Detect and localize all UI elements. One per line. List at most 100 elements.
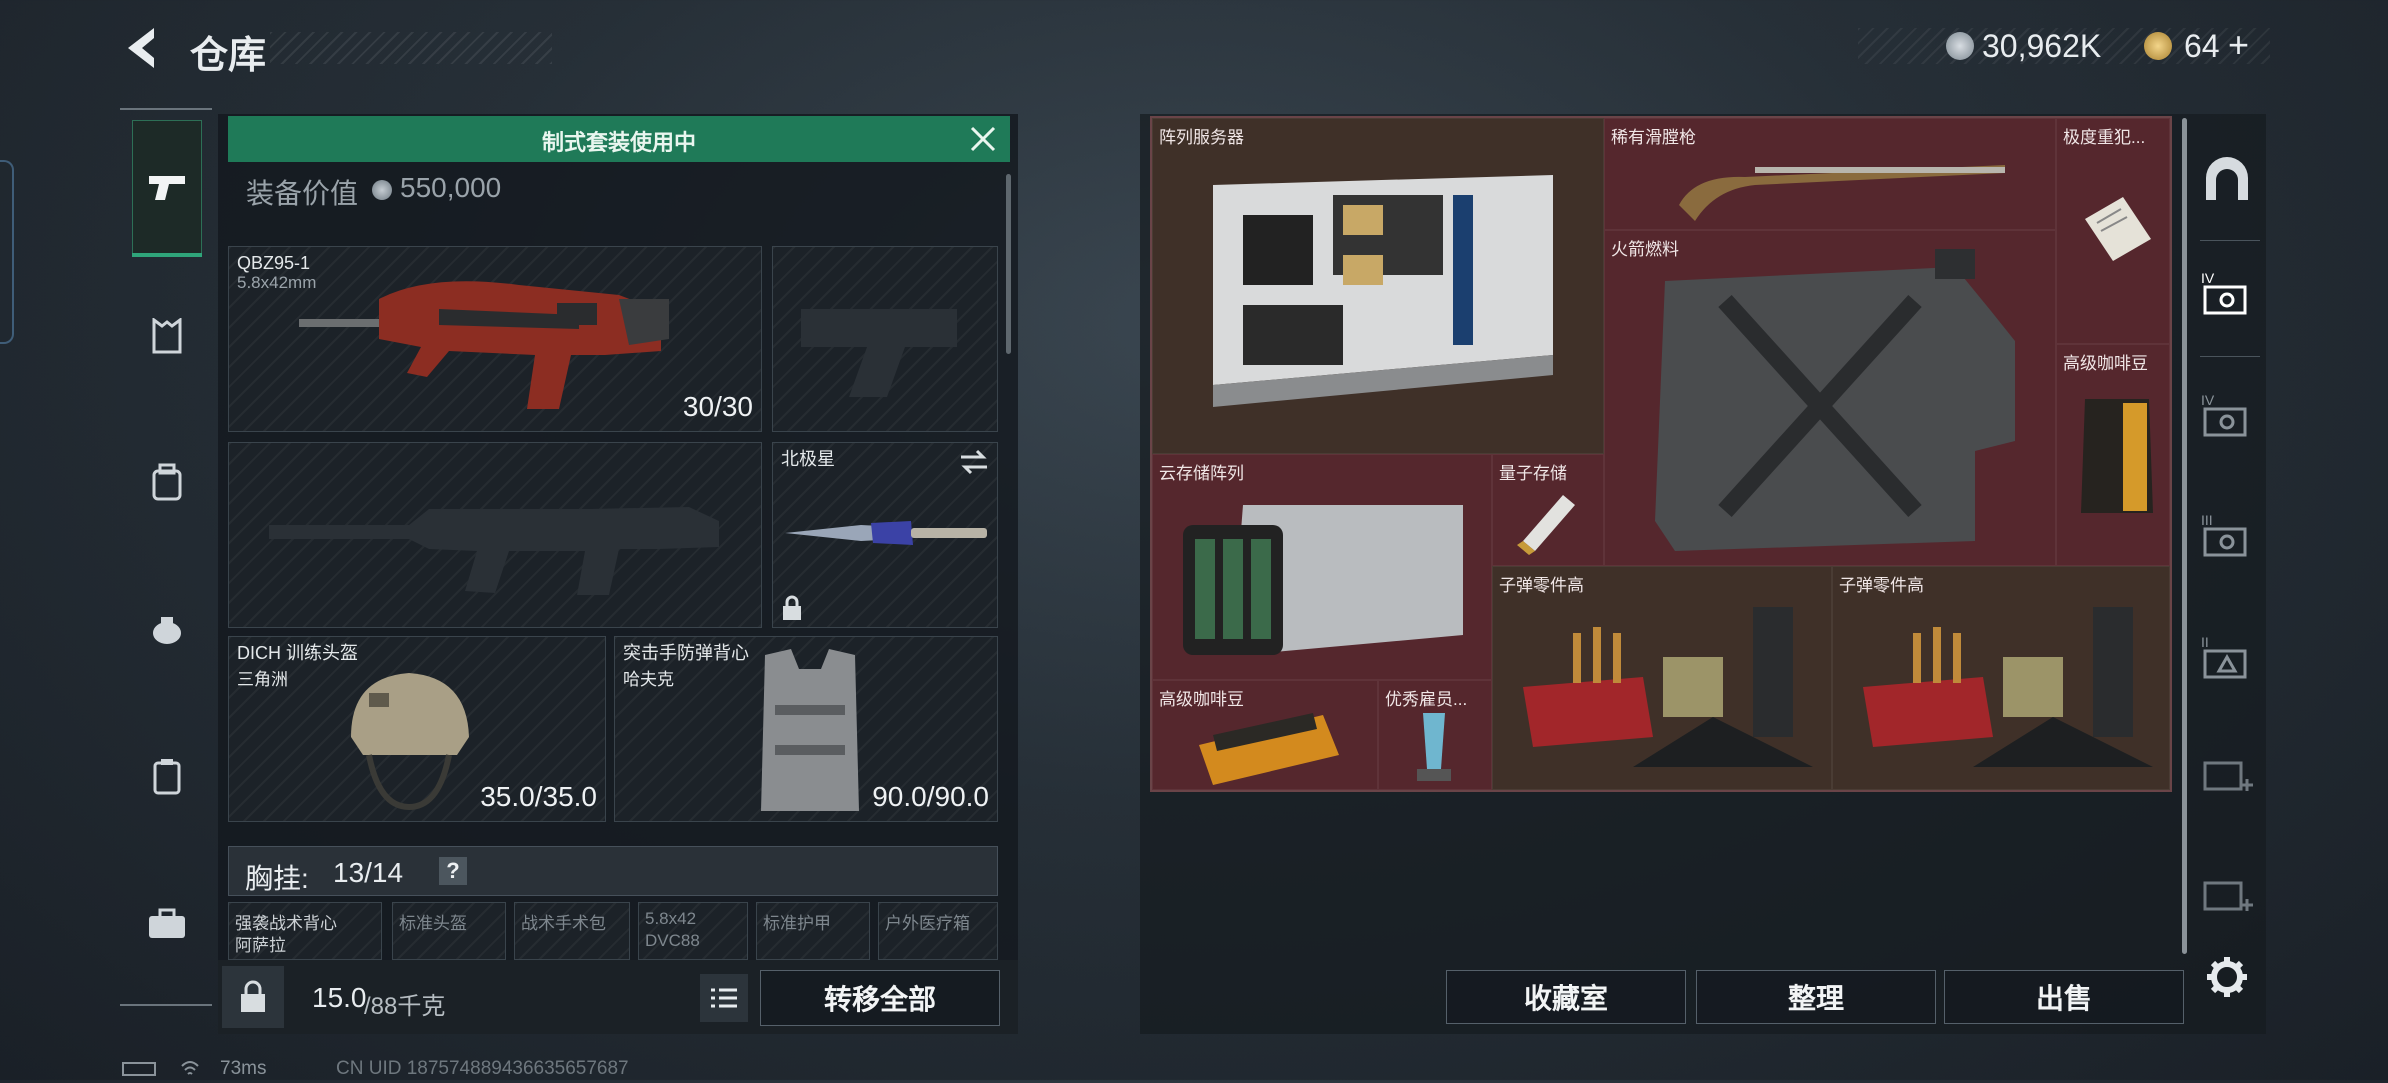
rifle-silhouette-icon: [269, 507, 719, 595]
stash-item-rifle[interactable]: 稀有滑膛枪: [1604, 118, 2056, 230]
stash-item-quantum-name: 量子存储: [1499, 464, 1567, 483]
backpack-lock-button[interactable]: [222, 966, 284, 1028]
collection-room-button[interactable]: 收藏室: [1446, 970, 1686, 1024]
stash-item-coffee-1-name: 高级咖啡豆: [2063, 354, 2148, 373]
tab-backpack[interactable]: [132, 442, 202, 522]
stash-item-file[interactable]: 极度重犯...: [2056, 118, 2170, 344]
swap-icon[interactable]: [959, 449, 989, 475]
chest-rig-bar[interactable]: 胸挂: 13/14 ?: [228, 846, 998, 896]
stash-item-coffee-2[interactable]: 高级咖啡豆: [1152, 680, 1378, 790]
armor-vest-icon: [152, 318, 182, 354]
armor-slot[interactable]: 突击手防弹背心 哈夫克 90.0/90.0: [614, 636, 998, 822]
stash-tab-2[interactable]: II: [2192, 622, 2262, 692]
coin-icon: [1946, 32, 1974, 60]
stash-item-ammo-1[interactable]: 子弹零件高: [1492, 566, 1832, 790]
transfer-all-button[interactable]: 转移全部: [760, 970, 1000, 1026]
primary-weapon-slot[interactable]: QBZ95-1 5.8x42mm 30/30: [228, 246, 762, 432]
right-tab-divider: [2200, 356, 2260, 357]
stash-item-quantum[interactable]: 量子存储: [1492, 454, 1604, 566]
stash-box-icon: II: [2201, 634, 2247, 679]
left-tabbar-bottom-line: [120, 1004, 212, 1006]
stash-tab-add-1[interactable]: [2192, 740, 2262, 810]
sub-item-4-name: 标准护甲: [763, 914, 831, 933]
sub-item-2[interactable]: 战术手术包: [514, 902, 630, 960]
musket-image: [1679, 165, 2005, 221]
knife-image: [785, 521, 987, 545]
left-edge-indicator: [0, 160, 14, 344]
sub-item-1[interactable]: 标准头盔: [392, 902, 506, 960]
stash-tab-4b[interactable]: IV: [2192, 380, 2262, 450]
kit-banner: 制式套装使用中: [228, 116, 1010, 162]
lock-icon: [241, 980, 265, 1012]
sub-item-3[interactable]: 5.8x42 DVC88: [638, 902, 748, 960]
chest-rig-label: 胸挂:: [245, 863, 309, 894]
tab-case[interactable]: [132, 736, 202, 816]
stash-item-fuel[interactable]: 火箭燃料: [1604, 230, 2056, 566]
sub-item-2-name: 战术手术包: [521, 914, 606, 933]
trophy-image: [1417, 713, 1451, 781]
server-image: [1213, 175, 1553, 407]
armor-name: 突击手防弹背心: [623, 643, 749, 663]
armor-durability: 90.0/90.0: [872, 781, 989, 812]
chest-rig-value: 13/14: [333, 857, 404, 888]
melee-slot[interactable]: 北极星: [772, 442, 998, 628]
stash-box-icon: IV: [2201, 392, 2247, 437]
pouch-icon: [153, 617, 181, 644]
back-button[interactable]: [118, 22, 166, 74]
kit-banner-text: 制式套装使用中: [541, 130, 696, 155]
coffee-bag-image: [2081, 399, 2153, 513]
close-icon[interactable]: [968, 124, 998, 154]
stash-item-award[interactable]: 优秀雇员...: [1378, 680, 1492, 790]
add-stash-icon: [2203, 881, 2253, 911]
pistol-slot[interactable]: [772, 246, 998, 432]
stash-tab-4-selected[interactable]: IV: [2192, 258, 2262, 328]
helmet-sub: 三角洲: [237, 670, 288, 689]
sell-button[interactable]: 出售: [1944, 970, 2184, 1024]
tab-weapons[interactable]: [132, 120, 202, 256]
gear-icon: [2207, 957, 2247, 997]
title-underline-deco: [270, 32, 552, 64]
helmet-image: [351, 673, 469, 811]
vault-arch-icon: [2206, 157, 2248, 200]
coffee-bag-image: [1199, 713, 1339, 785]
sort-button[interactable]: 整理: [1696, 970, 1936, 1024]
helmet-slot[interactable]: DICH 训练头盔 三角洲 35.0/35.0: [228, 636, 606, 822]
svg-text:II: II: [2201, 634, 2209, 650]
stash-item-coffee-1[interactable]: 高级咖啡豆: [2056, 344, 2170, 566]
sub-item-3-sub: DVC88: [645, 931, 700, 950]
stash-scrollbar[interactable]: [2182, 118, 2187, 954]
helmet-durability: 35.0/35.0: [480, 781, 597, 812]
sub-item-5-name: 户外医疗箱: [885, 914, 970, 933]
sub-item-1-name: 标准头盔: [399, 914, 467, 933]
storage-array-image: [1183, 505, 1463, 655]
sub-item-5[interactable]: 户外医疗箱: [878, 902, 998, 960]
right-tab-divider: [2200, 240, 2260, 241]
tab-bag[interactable]: [132, 590, 202, 670]
ammo-crate-image: [1523, 607, 1813, 767]
stash-item-cloud[interactable]: 云存储阵列: [1152, 454, 1492, 680]
pistol-icon: [149, 176, 185, 200]
sub-item-4[interactable]: 标准护甲: [756, 902, 870, 960]
sub-item-0[interactable]: 强袭战术背心 阿萨拉: [228, 902, 382, 960]
sub-item-3-name: 5.8x42: [645, 909, 697, 928]
tab-toolbox[interactable]: [132, 884, 202, 964]
stash-item-server[interactable]: 阵列服务器: [1152, 118, 1604, 454]
secondary-weapon-slot[interactable]: [228, 442, 762, 628]
stash-item-ammo-2[interactable]: 子弹零件高: [1832, 566, 2170, 790]
settings-button[interactable]: [2192, 942, 2262, 1012]
stash-tab-home[interactable]: [2192, 144, 2262, 214]
sub-item-0-sub: 阿萨拉: [235, 936, 286, 955]
stash-tab-add-2[interactable]: [2192, 860, 2262, 930]
toolbox-icon: [149, 908, 185, 938]
stash-tab-3[interactable]: III: [2192, 500, 2262, 570]
list-view-button[interactable]: [700, 974, 748, 1022]
tab-armor[interactable]: [132, 296, 202, 376]
equip-value-label: 装备价值: [246, 178, 359, 209]
add-currency-button[interactable]: +: [2228, 24, 2249, 66]
left-tabbar-line: [120, 108, 212, 110]
help-icon[interactable]: ?: [439, 857, 467, 885]
battery-icon: [122, 1062, 156, 1076]
list-icon: [711, 988, 737, 1008]
loadout-scrollbar[interactable]: [1006, 174, 1011, 354]
primary-weapon-ammo: 30/30: [682, 391, 753, 422]
